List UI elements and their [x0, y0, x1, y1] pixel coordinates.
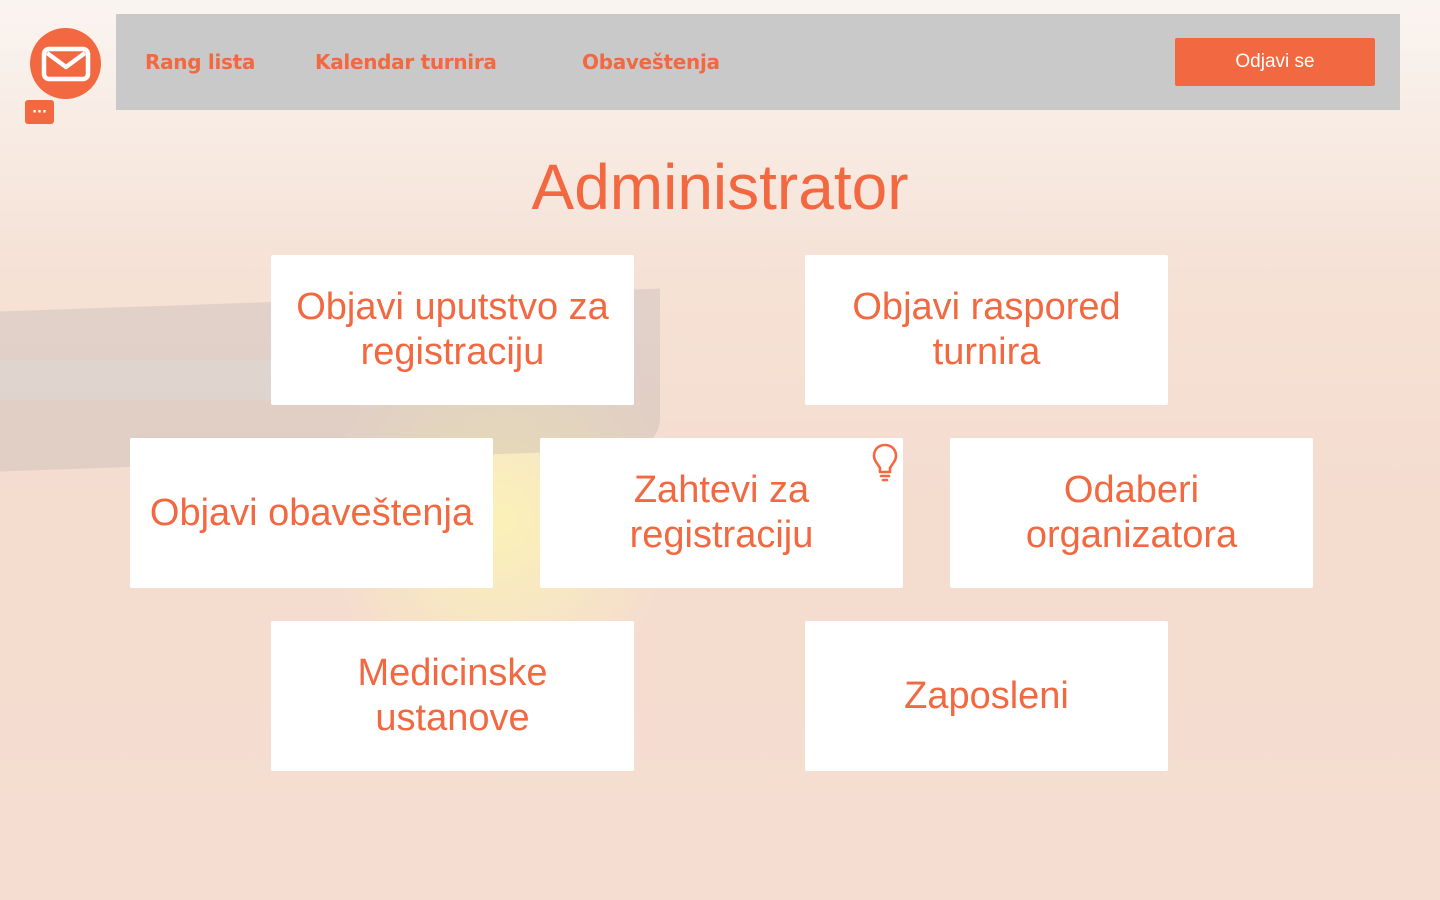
card-label: Objavi raspored turnira	[852, 286, 1121, 373]
page-title: Administrator	[531, 151, 909, 223]
card-odaberi-organizatora[interactable]: Odaberi organizatora	[950, 438, 1313, 588]
card-label: Zahtevi za registraciju	[629, 469, 814, 556]
card-zahtevi-za-registraciju[interactable]: Zahtevi za registraciju	[540, 438, 903, 588]
nav-obavestenja[interactable]: Obaveštenja	[582, 50, 720, 74]
card-zaposleni[interactable]: Zaposleni	[805, 621, 1168, 771]
card-label: Odaberi organizatora	[1025, 469, 1238, 556]
nav-kalendar-turnira[interactable]: Kalendar turnira	[315, 50, 497, 74]
card-label: Objavi obaveštenja	[149, 491, 474, 534]
top-navbar: Rang lista Kalendar turnira Obaveštenja …	[116, 14, 1400, 110]
card-medicinske-ustanove[interactable]: Medicinske ustanove	[271, 621, 634, 771]
mail-icon	[41, 46, 90, 81]
messages-button[interactable]	[30, 28, 101, 99]
lightbulb-icon	[872, 443, 898, 482]
nav-rang-lista[interactable]: Rang lista	[145, 50, 255, 74]
card-objavi-uputstvo[interactable]: Objavi uputstvo za registraciju	[271, 255, 634, 405]
card-label: Zaposleni	[904, 674, 1069, 717]
card-objavi-raspored[interactable]: Objavi raspored turnira	[805, 255, 1168, 405]
messages-badge[interactable]: ···	[25, 100, 54, 124]
card-label: Objavi uputstvo za registraciju	[296, 286, 609, 373]
card-label: Medicinske ustanove	[357, 652, 548, 739]
logout-button[interactable]: Odjavi se	[1175, 38, 1375, 86]
card-objavi-obavestenja[interactable]: Objavi obaveštenja	[130, 438, 493, 588]
